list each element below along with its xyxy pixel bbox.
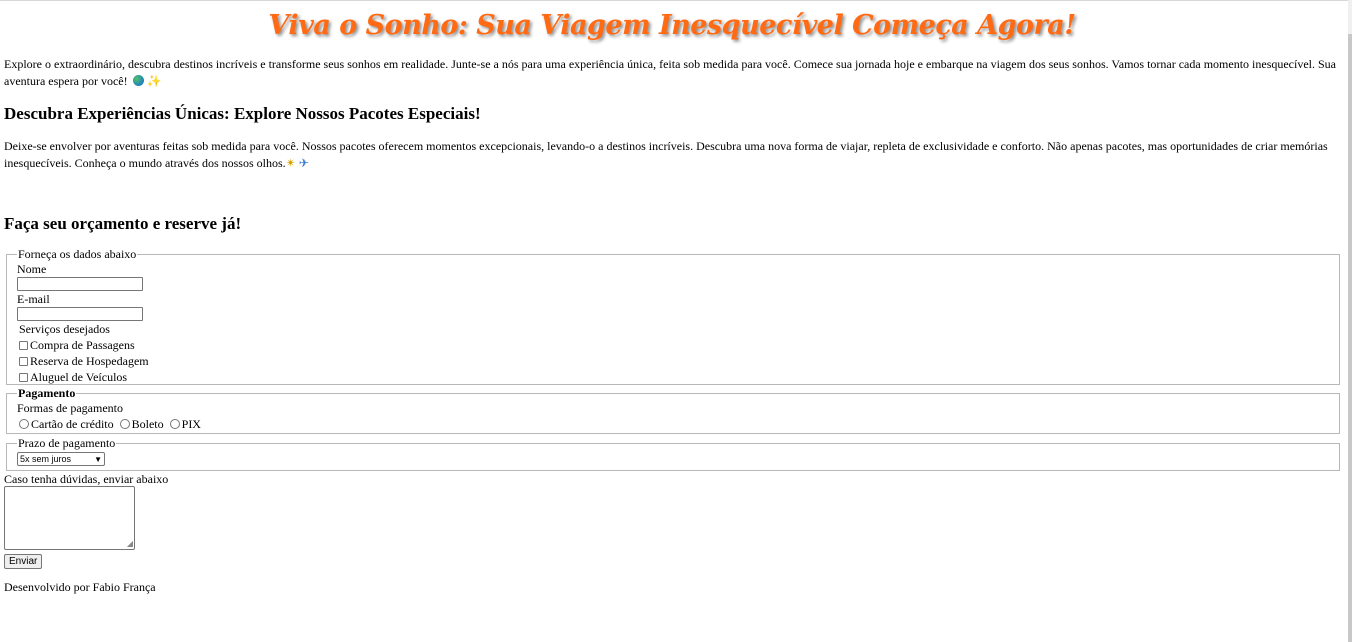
payment-methods-label: Formas de pagamento [17,401,123,415]
email-label: E-mail [17,292,50,306]
radio-credit-card[interactable] [19,419,29,429]
vertical-scrollbar[interactable] [1348,0,1352,642]
scrollbar-thumb[interactable] [1348,34,1352,642]
checkbox-passagens[interactable] [19,340,28,350]
service-option-hospedagem[interactable]: Reserva de Hospedagem [19,353,1329,369]
service-label-hospedagem: Reserva de Hospedagem [30,353,149,368]
radio-label-boleto: Boleto [131,416,164,431]
page-title: Viva o Sonho: Sua Viagem Inesquecível Co… [268,10,1076,41]
service-label-passagens: Compra de Passagens [30,337,135,352]
service-option-veiculos[interactable]: Aluguel de Veículos [19,369,1329,385]
intro-text: Explore o extraordinário, descubra desti… [4,57,1337,88]
footer-credit: Desenvolvido por Fabio França [4,580,156,594]
term-fieldset: Prazo de pagamento 5x sem juros ▼ [6,436,1340,471]
resize-grip-icon[interactable]: ◢ [127,540,133,548]
service-option-passagens[interactable]: Compra de Passagens [19,337,1329,353]
chevron-down-icon: ▼ [94,454,102,464]
radio-label-credit-card: Cartão de crédito [31,416,114,431]
name-input[interactable] [17,277,143,291]
term-selected-value: 5x sem juros [20,454,72,464]
doubts-textarea[interactable]: ◢ [4,486,135,550]
term-legend: Prazo de pagamento [18,436,116,450]
radio-pix[interactable] [169,419,180,429]
sparkles-icon: ✨ [146,74,162,88]
personal-data-legend: Forneça os dados abaixo [18,247,137,261]
packages-text: Deixe-se envolver por aventuras feitas s… [4,139,1328,170]
globe-icon [132,75,144,86]
payment-methods-group: Cartão de crédito Boleto PIX [19,416,1329,432]
packages-heading: Descubra Experiências Únicas: Explore No… [4,104,481,123]
name-label: Nome [17,262,47,276]
page-content: Viva o Sonho: Sua Viagem Inesquecível Co… [4,0,1340,595]
airplane-icon: ✈ [298,156,309,170]
radio-label-pix: PIX [181,416,201,431]
intro-paragraph: Explore o extraordinário, descubra desti… [4,56,1340,90]
personal-data-fieldset: Forneça os dados abaixo Nome E-mail Serv… [6,247,1340,385]
checkbox-veiculos[interactable] [19,372,28,382]
term-select[interactable]: 5x sem juros ▼ [17,452,105,466]
service-label-veiculos: Aluguel de Veículos [30,369,128,384]
form-heading: Faça seu orçamento e reserve já! [4,214,242,233]
doubts-label: Caso tenha dúvidas, enviar abaixo [4,472,169,486]
radio-boleto[interactable] [119,419,130,429]
payment-legend: Pagamento [18,386,76,400]
checkbox-hospedagem[interactable] [19,356,28,366]
services-label: Serviços desejados [19,322,110,336]
packages-paragraph: Deixe-se envolver por aventuras feitas s… [4,138,1340,172]
email-input[interactable] [17,307,143,321]
payment-fieldset: Pagamento Formas de pagamento Cartão de … [6,386,1340,434]
sparkle-icon: ✴ [285,156,296,170]
submit-button[interactable]: Enviar [4,554,43,569]
